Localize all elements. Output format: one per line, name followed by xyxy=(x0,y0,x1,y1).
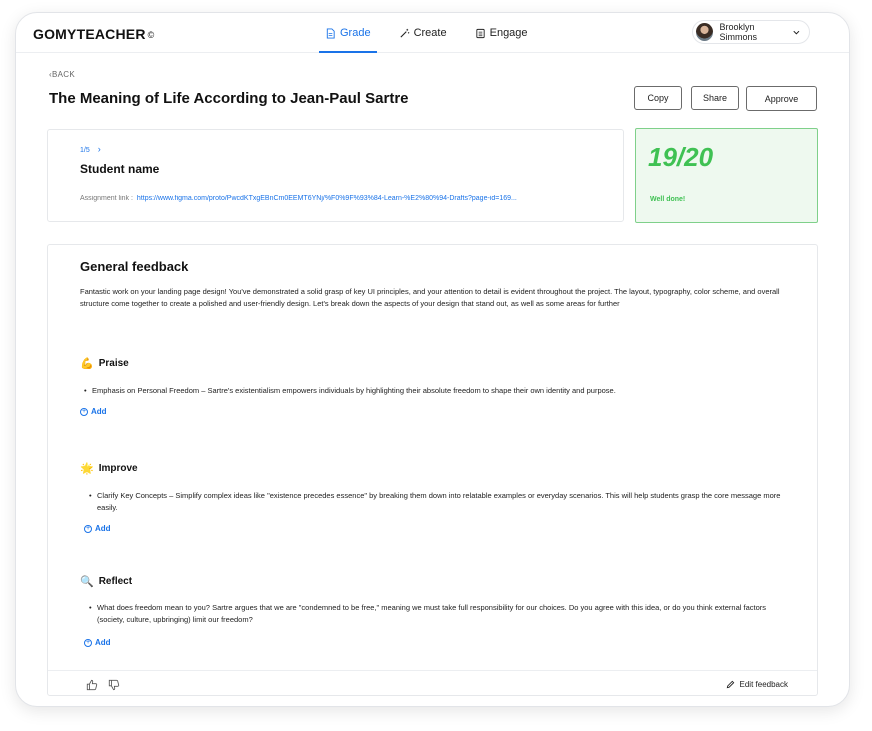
improve-add-button[interactable]: + Add xyxy=(84,524,111,533)
student-pager[interactable]: 1/5 › xyxy=(80,144,101,154)
approve-button[interactable]: Approve xyxy=(746,86,817,111)
section-title: Improve xyxy=(98,463,138,474)
student-name: Student name xyxy=(80,162,160,176)
chevron-down-icon xyxy=(793,30,800,35)
calendar-icon xyxy=(475,28,485,38)
document-icon xyxy=(326,27,335,39)
back-label: BACK xyxy=(51,70,75,79)
nav-tab-label: Engage xyxy=(489,27,528,39)
feedback-intro: Fantastic work on your landing page desi… xyxy=(80,287,780,308)
brand-logo-text: GOMYTEACHER xyxy=(33,26,146,42)
add-label: Add xyxy=(95,524,111,533)
section-title: Reflect xyxy=(98,576,133,587)
nav-tab-engage[interactable]: Engage xyxy=(469,13,534,53)
nav-tab-label: Grade xyxy=(340,27,371,39)
feedback-card: General feedback Fantastic work on your … xyxy=(47,244,818,696)
star-icon: 🌟 xyxy=(80,463,94,475)
main-nav: Grade Create Engage xyxy=(319,13,550,53)
improve-bullet: Clarify Key Concepts – Simplify complex … xyxy=(89,490,787,514)
reflect-bullet: What does freedom mean to you? Sartre ar… xyxy=(89,602,787,626)
copy-button[interactable]: Copy xyxy=(634,86,682,110)
nav-tab-grade[interactable]: Grade xyxy=(319,13,377,53)
praise-add-button[interactable]: + Add xyxy=(80,407,107,416)
assignment-label: Assignment link : xyxy=(80,195,133,202)
flexed-bicep-icon: 💪 xyxy=(80,358,94,370)
edit-feedback-button[interactable]: Edit feedback xyxy=(726,680,788,689)
avatar xyxy=(696,23,714,41)
share-button[interactable]: Share xyxy=(691,86,739,110)
top-navigation-bar: GOMYTEACHER © Grade Create Engage Brookly… xyxy=(16,13,849,53)
score-value: 19/20 xyxy=(648,142,714,172)
plus-circle-icon: + xyxy=(84,638,92,647)
section-praise-heading: 💪 Praise xyxy=(80,357,129,370)
section-title: Praise xyxy=(98,358,129,369)
chevron-right-icon[interactable]: › xyxy=(98,144,101,154)
pager-count: 1/5 xyxy=(80,147,90,154)
praise-bullet: Emphasis on Personal Freedom – Sartre's … xyxy=(84,385,782,397)
back-link[interactable]: ‹BACK xyxy=(49,70,75,79)
magnifying-glass-icon: 🔍 xyxy=(80,576,94,588)
assignment-row: Assignment link : https://www.figma.com/p… xyxy=(80,195,620,202)
nav-tab-create[interactable]: Create xyxy=(393,13,453,53)
student-card: 1/5 › Student name Assignment link : https… xyxy=(47,129,624,222)
registered-mark: © xyxy=(147,30,155,40)
feedback-footer: Edit feedback xyxy=(48,670,817,697)
add-label: Add xyxy=(95,638,111,647)
score-message: Well done! xyxy=(650,196,686,203)
pencil-icon xyxy=(726,680,734,689)
user-name: Brooklyn Simmons xyxy=(719,22,757,42)
page-title: The Meaning of Life According to Jean-Pa… xyxy=(49,90,409,107)
reflect-add-button[interactable]: + Add xyxy=(84,638,111,647)
nav-tab-label: Create xyxy=(413,27,447,39)
edit-feedback-label: Edit feedback xyxy=(739,680,788,689)
plus-circle-icon: + xyxy=(84,524,92,533)
section-reflect-heading: 🔍 Reflect xyxy=(80,575,132,588)
user-menu[interactable]: Brooklyn Simmons xyxy=(692,20,810,44)
thumbs-up-icon[interactable] xyxy=(86,679,98,691)
assignment-link[interactable]: https://www.figma.com/proto/PwcdKTxgEBnC… xyxy=(137,195,517,202)
thumbs-down-icon[interactable] xyxy=(108,679,120,691)
brand-logo[interactable]: GOMYTEACHER © xyxy=(33,26,155,42)
app-window: GOMYTEACHER © Grade Create Engage Brookly… xyxy=(15,12,850,707)
section-improve-heading: 🌟 Improve xyxy=(80,462,138,475)
add-label: Add xyxy=(91,407,107,416)
magic-wand-icon xyxy=(400,28,409,38)
feedback-title: General feedback xyxy=(80,259,189,274)
score-card: 19/20 Well done! xyxy=(635,128,818,223)
plus-circle-icon: + xyxy=(80,407,88,416)
